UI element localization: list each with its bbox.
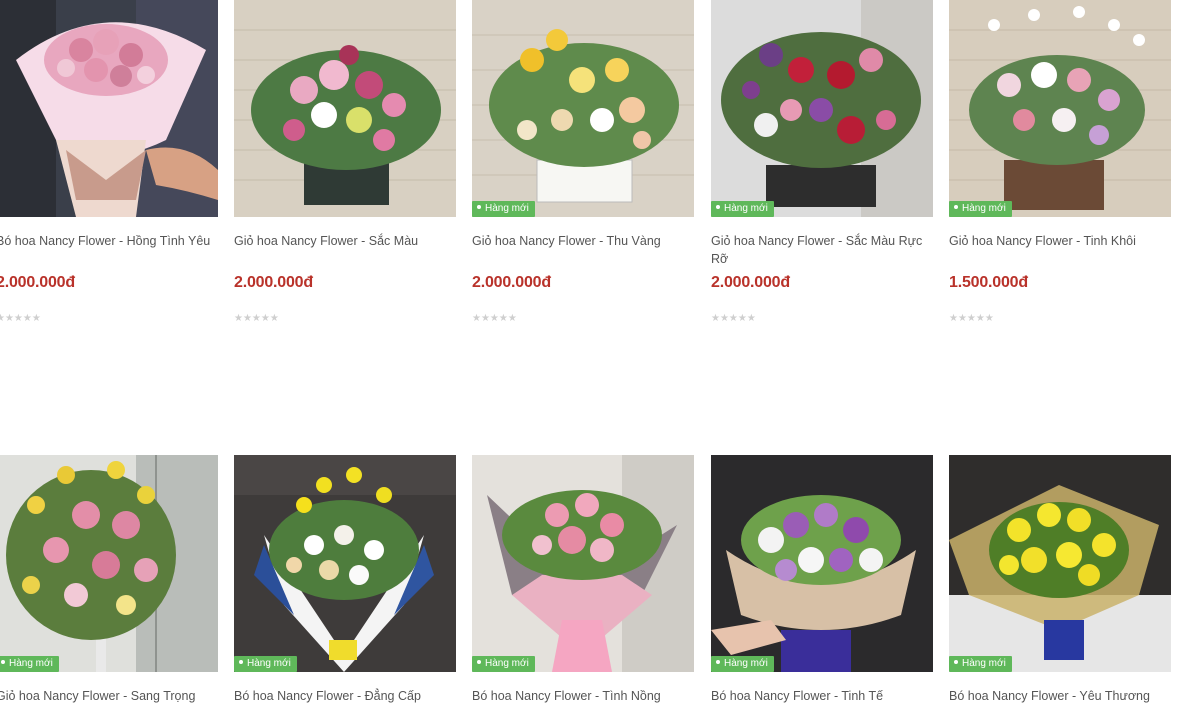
rating-stars: ★★★★★ — [0, 313, 41, 324]
bouquet-yellow-roses-image — [949, 455, 1171, 672]
new-badge: Hàng mới — [949, 656, 1012, 672]
product-name[interactable]: Bó hoa Nancy Flower - Tình Nồng — [472, 687, 694, 705]
product-price: 2.000.000đ — [0, 274, 75, 291]
product-image-link[interactable]: Hàng mới — [949, 0, 1171, 217]
product-image-link[interactable]: Hàng mới — [711, 455, 933, 672]
product-name[interactable]: Giỏ hoa Nancy Flower - Sắc Màu Rực Rỡ — [711, 232, 933, 268]
product-price: 2.000.000đ — [711, 274, 790, 291]
product-price: 2.000.000đ — [472, 274, 551, 291]
dot-icon — [716, 205, 720, 210]
product-image-link[interactable]: Hàng mới — [0, 455, 218, 672]
new-badge: Hàng mới — [711, 201, 774, 217]
product-name[interactable]: Bó hoa Nancy Flower - Đẳng Cấp — [234, 687, 456, 705]
product-price: 1.500.000đ — [949, 274, 1028, 291]
new-badge: Hàng mới — [472, 201, 535, 217]
new-badge: Hàng mới — [472, 656, 535, 672]
basket-white-pink-flowers-image — [949, 0, 1171, 217]
dot-icon — [477, 205, 481, 210]
product-image-link[interactable]: Hàng mới — [472, 455, 694, 672]
rating-stars: ★★★★★ — [234, 313, 279, 324]
stand-pink-yellow-flowers-image — [0, 455, 218, 672]
product-name[interactable]: Giỏ hoa Nancy Flower - Sắc Màu — [234, 232, 456, 250]
bouquet-pink-roses-wrap-image — [472, 455, 694, 672]
product-image-link[interactable] — [0, 0, 218, 217]
rating-stars: ★★★★★ — [949, 313, 994, 324]
new-badge: Hàng mới — [0, 656, 59, 672]
rating-stars: ★★★★★ — [472, 313, 517, 324]
product-image-link[interactable]: Hàng mới — [711, 0, 933, 217]
new-badge: Hàng mới — [234, 656, 297, 672]
product-price: 2.000.000đ — [234, 274, 313, 291]
new-badge: Hàng mới — [711, 656, 774, 672]
bouquet-yellow-white-flowers-image — [234, 455, 456, 672]
product-name[interactable]: Giỏ hoa Nancy Flower - Tinh Khôi — [949, 232, 1171, 250]
basket-mixed-flowers-image — [234, 0, 456, 217]
dot-icon — [954, 660, 958, 665]
product-name[interactable]: Giỏ hoa Nancy Flower - Sang Trọng — [0, 687, 218, 705]
rating-stars: ★★★★★ — [711, 313, 756, 324]
basket-red-purple-flowers-image — [711, 0, 933, 217]
product-image-link[interactable]: Hàng mới — [472, 0, 694, 217]
bouquet-purple-white-flowers-image — [711, 455, 933, 672]
bouquet-pink-roses-image — [0, 0, 218, 217]
basket-yellow-flowers-image — [472, 0, 694, 217]
product-name[interactable]: Bó hoa Nancy Flower - Hồng Tình Yêu — [0, 232, 218, 250]
dot-icon — [477, 660, 481, 665]
product-name[interactable]: Bó hoa Nancy Flower - Yêu Thương — [949, 687, 1171, 705]
product-image-link[interactable]: Hàng mới — [949, 455, 1171, 672]
product-name[interactable]: Bó hoa Nancy Flower - Tinh Tế — [711, 687, 933, 705]
dot-icon — [954, 205, 958, 210]
product-image-link[interactable] — [234, 0, 456, 217]
product-name[interactable]: Giỏ hoa Nancy Flower - Thu Vàng — [472, 232, 694, 250]
dot-icon — [1, 660, 5, 665]
new-badge: Hàng mới — [949, 201, 1012, 217]
dot-icon — [239, 660, 243, 665]
product-image-link[interactable]: Hàng mới — [234, 455, 456, 672]
dot-icon — [716, 660, 720, 665]
